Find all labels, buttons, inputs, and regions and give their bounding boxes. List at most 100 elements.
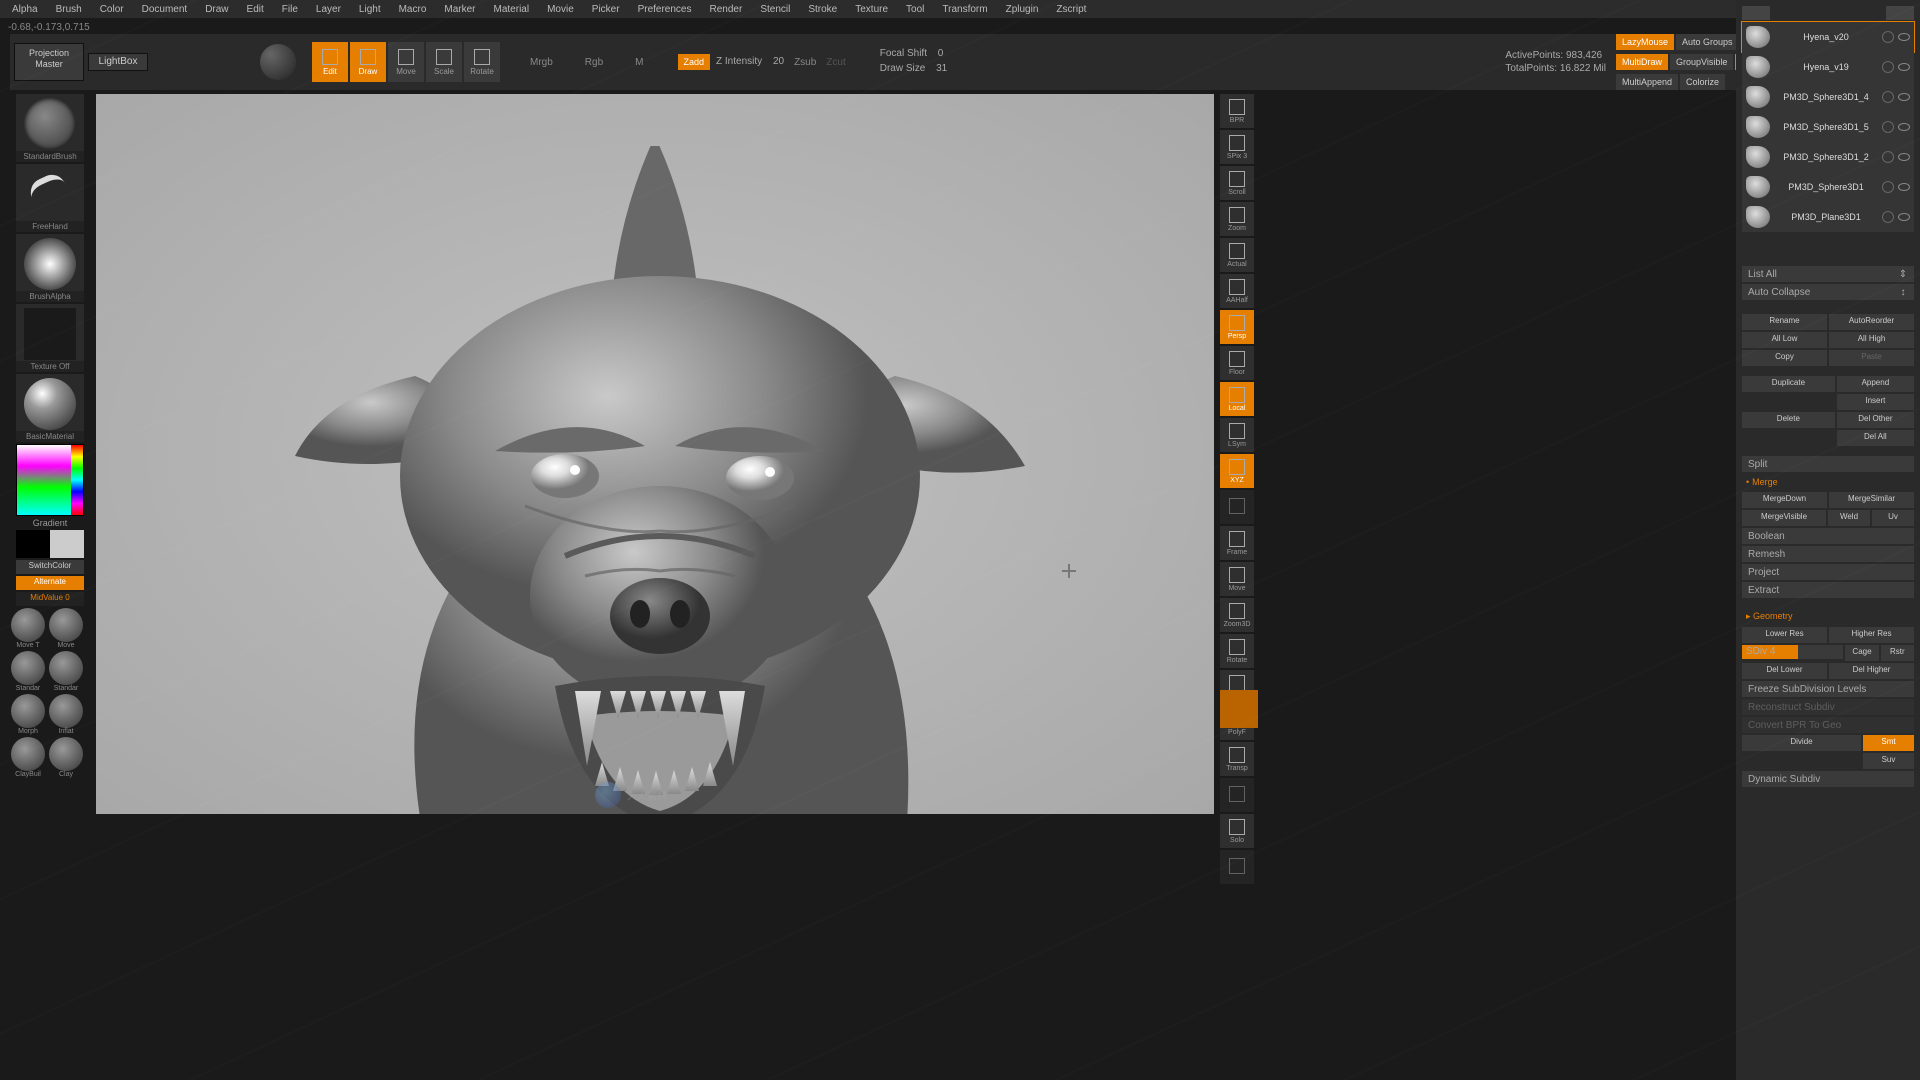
multidraw-button[interactable]: MultiDraw — [1616, 54, 1668, 70]
delhigher-button[interactable]: Del Higher — [1829, 663, 1914, 679]
menu-light[interactable]: Light — [359, 4, 381, 15]
groupvisible-button[interactable]: GroupVisible — [1670, 54, 1733, 70]
menu-picker[interactable]: Picker — [592, 4, 620, 15]
shelf-aahalf[interactable]: AAHalf — [1220, 274, 1254, 308]
shelf-scroll[interactable]: Scroll — [1220, 166, 1254, 200]
convertbpr-button[interactable]: Convert BPR To Geo — [1742, 717, 1914, 733]
shelf-persp[interactable]: Persp — [1220, 310, 1254, 344]
shelf-bpr[interactable]: BPR — [1220, 94, 1254, 128]
shelf-move[interactable]: Move — [1220, 562, 1254, 596]
duplicate-button[interactable]: Duplicate — [1742, 376, 1835, 392]
brush-move[interactable]: Move — [48, 608, 84, 649]
shelf-blank[interactable] — [1220, 490, 1254, 524]
visibility-icon[interactable] — [1882, 61, 1894, 73]
subtool-pm3d_plane3d1[interactable]: PM3D_Plane3D1 — [1742, 202, 1914, 232]
visibility-icon[interactable] — [1882, 91, 1894, 103]
mergevisible-button[interactable]: MergeVisible — [1742, 510, 1826, 526]
alternate-button[interactable]: Alternate — [16, 576, 84, 590]
color-picker[interactable] — [16, 444, 84, 516]
menu-edit[interactable]: Edit — [247, 4, 264, 15]
m-button[interactable]: M — [635, 57, 643, 68]
brush-standar[interactable]: Standar — [10, 651, 46, 692]
z-intensity-slider[interactable]: Z Intensity 20 — [716, 56, 784, 67]
switch-color-swatch[interactable] — [16, 530, 84, 558]
material-slot[interactable]: BasicMaterial — [16, 374, 84, 442]
multiappend-button[interactable]: MultiAppend — [1616, 74, 1678, 90]
home-icon[interactable] — [1742, 6, 1756, 20]
active-tool-thumb[interactable] — [1220, 690, 1258, 728]
eye-icon[interactable] — [1898, 123, 1910, 131]
menu-document[interactable]: Document — [142, 4, 188, 15]
shelf-blank[interactable] — [1220, 850, 1254, 884]
lazymouse-button[interactable]: LazyMouse — [1616, 34, 1674, 50]
visibility-icon[interactable] — [1882, 151, 1894, 163]
shelf-zoom3d[interactable]: Zoom3D — [1220, 598, 1254, 632]
sculpt-model[interactable] — [265, 146, 1045, 814]
merge-header[interactable]: Merge — [1742, 474, 1914, 490]
reconstruct-button[interactable]: Reconstruct Subdiv — [1742, 699, 1914, 715]
append-button[interactable]: Append — [1837, 376, 1914, 392]
menu-movie[interactable]: Movie — [547, 4, 574, 15]
autocollapse-button[interactable]: Auto Collapse↕ — [1742, 284, 1914, 300]
weld-button[interactable]: Weld — [1828, 510, 1870, 526]
arrow-icon[interactable] — [1756, 6, 1770, 20]
subtool-hyena_v20[interactable]: Hyena_v20 — [1742, 22, 1914, 52]
brush-slot[interactable]: StandardBrush — [16, 94, 84, 162]
menu-render[interactable]: Render — [710, 4, 743, 15]
shelf-rotate[interactable]: Rotate — [1220, 634, 1254, 668]
draw-size-slider[interactable]: Draw Size 31 — [880, 63, 947, 74]
midvalue-slider[interactable]: MidValue 0 — [16, 592, 84, 606]
shelf-floor[interactable]: Floor — [1220, 346, 1254, 380]
subtool-pm3d_sphere3d1[interactable]: PM3D_Sphere3D1 — [1742, 172, 1914, 202]
shelf-actual[interactable]: Actual — [1220, 238, 1254, 272]
delete-button[interactable]: Delete — [1742, 412, 1835, 428]
autoreorder-button[interactable]: AutoReorder — [1829, 314, 1914, 330]
geometry-header[interactable]: Geometry — [1742, 608, 1914, 625]
eye-icon[interactable] — [1898, 93, 1910, 101]
lightbox-button[interactable]: LightBox — [88, 53, 148, 71]
mergedown-button[interactable]: MergeDown — [1742, 492, 1827, 508]
menu-stroke[interactable]: Stroke — [808, 4, 837, 15]
draw-mode-button[interactable]: Draw — [350, 42, 386, 82]
paste-button[interactable]: Paste — [1829, 350, 1914, 366]
menu-tool[interactable]: Tool — [906, 4, 924, 15]
divide-button[interactable]: Divide — [1742, 735, 1861, 751]
menu-macro[interactable]: Macro — [399, 4, 427, 15]
eye-icon[interactable] — [1898, 153, 1910, 161]
brush-move t[interactable]: Move T — [10, 608, 46, 649]
brush-clay[interactable]: Clay — [48, 737, 84, 778]
insert-button[interactable]: Insert — [1837, 394, 1914, 410]
menu-texture[interactable]: Texture — [855, 4, 888, 15]
menu-bar[interactable]: AlphaBrushColorDocumentDrawEditFileLayer… — [0, 0, 1920, 18]
menu-zplugin[interactable]: Zplugin — [1006, 4, 1039, 15]
higherres-button[interactable]: Higher Res — [1829, 627, 1914, 643]
shelf-zoom[interactable]: Zoom — [1220, 202, 1254, 236]
brush-standar[interactable]: Standar — [48, 651, 84, 692]
alllow-button[interactable]: All Low — [1742, 332, 1827, 348]
menu-layer[interactable]: Layer — [316, 4, 341, 15]
brush-claybuil[interactable]: ClayBuil — [10, 737, 46, 778]
colorize-button[interactable]: Colorize — [1680, 74, 1725, 90]
extract-button[interactable]: Extract — [1742, 582, 1914, 598]
shelf-lsym[interactable]: LSym — [1220, 418, 1254, 452]
autogroups-button[interactable]: Auto Groups — [1676, 34, 1739, 50]
menu-stencil[interactable]: Stencil — [760, 4, 790, 15]
delother-button[interactable]: Del Other — [1837, 412, 1914, 428]
rgb-button[interactable]: Rgb — [585, 57, 603, 68]
sdiv-slider[interactable]: SDiv 4 — [1742, 645, 1843, 659]
scale-mode-button[interactable]: Scale — [426, 42, 462, 82]
uv-button[interactable]: Uv — [1872, 510, 1914, 526]
menu-alpha[interactable]: Alpha — [12, 4, 38, 15]
menu-marker[interactable]: Marker — [444, 4, 475, 15]
shelf-frame[interactable]: Frame — [1220, 526, 1254, 560]
brush-inflat[interactable]: Inflat — [48, 694, 84, 735]
freeze-subdiv-button[interactable]: Freeze SubDivision Levels — [1742, 681, 1914, 697]
boolean-button[interactable]: Boolean — [1742, 528, 1914, 544]
cage-button[interactable]: Cage — [1845, 645, 1878, 661]
smt-button[interactable]: Smt — [1863, 735, 1914, 751]
project-button[interactable]: Project — [1742, 564, 1914, 580]
zsub-button[interactable]: Zsub — [794, 57, 816, 68]
up-down-icon[interactable]: ⇕ — [1898, 269, 1908, 280]
menu-brush[interactable]: Brush — [56, 4, 82, 15]
shelf-transp[interactable]: Transp — [1220, 742, 1254, 776]
